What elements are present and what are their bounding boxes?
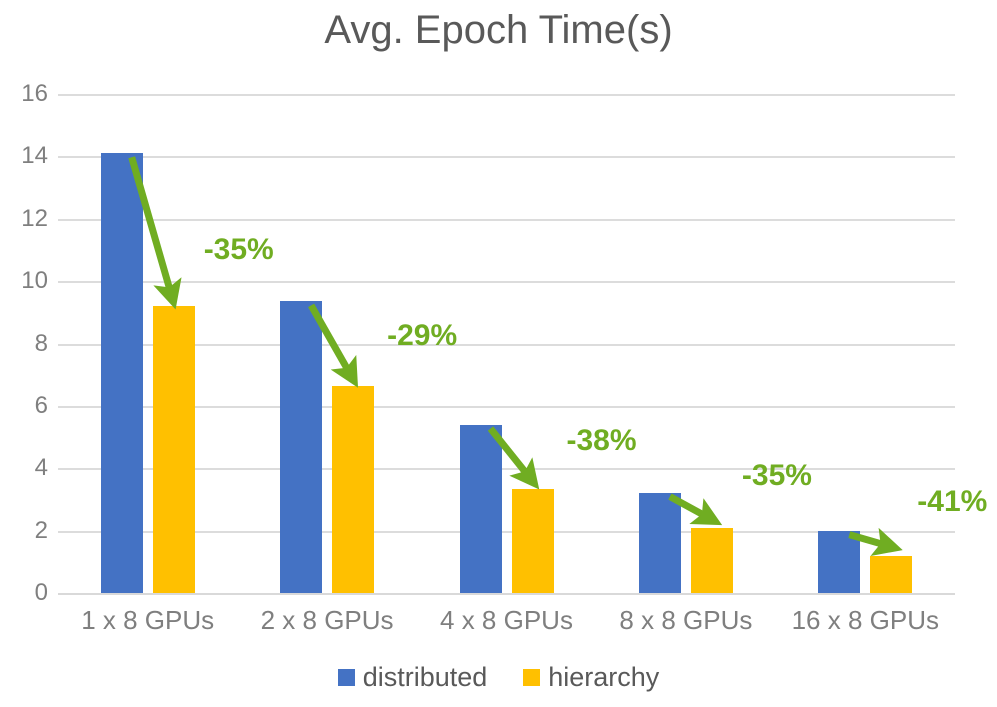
legend-swatch-icon [523, 668, 541, 686]
annotation-percent-label: -35% [203, 233, 274, 267]
gridline [58, 218, 955, 221]
bar-hierarchy-4[interactable] [870, 556, 913, 593]
annotation-percent-label: -41% [917, 485, 988, 519]
annotation-percent-label: -35% [741, 459, 812, 493]
x-axis: 1 x 8 GPUs 2 x 8 GPUs 4 x 8 GPUs 8 x 8 GPUs… [58, 600, 955, 642]
annotation-percent-label: -38% [566, 423, 637, 457]
bar-distributed-3[interactable] [638, 492, 681, 593]
legend-item-distributed[interactable]: distributed [337, 662, 488, 692]
gridline [58, 156, 955, 159]
y-axis-tick-label: 12 [21, 204, 48, 232]
legend-label: hierarchy [548, 662, 660, 692]
x-axis-tick-label: 16 x 8 GPUs [791, 605, 939, 635]
legend-label: distributed [362, 662, 488, 692]
bar-distributed-2[interactable] [459, 424, 502, 593]
bar-distributed-1[interactable] [280, 301, 323, 593]
y-axis: 16 14 12 10 8 6 4 2 0 [0, 82, 48, 605]
x-axis-tick-label: 1 x 8 GPUs [81, 605, 215, 635]
x-axis-tick-label: 8 x 8 GPUs [619, 605, 753, 635]
y-axis-tick-label: 14 [21, 142, 48, 170]
bar-hierarchy-1[interactable] [332, 385, 375, 593]
bar-hierarchy-2[interactable] [511, 488, 554, 593]
x-axis-tick-label: 2 x 8 GPUs [260, 605, 394, 635]
bar-distributed-0[interactable] [100, 153, 143, 593]
bar-chart: Avg. Epoch Time(s) 16 14 12 10 8 6 4 2 0 1 x 8 G… [0, 0, 997, 707]
annotation-percent-label: -29% [387, 318, 458, 352]
legend-swatch-icon [337, 668, 355, 686]
y-axis-tick-label: 4 [34, 454, 48, 482]
y-axis-tick-label: 10 [21, 267, 48, 295]
bar-distributed-4[interactable] [818, 530, 861, 593]
gridline [58, 281, 955, 284]
bar-hierarchy-0[interactable] [152, 306, 195, 593]
y-axis-tick-label: 0 [34, 579, 48, 606]
y-axis-tick-label: 6 [34, 391, 48, 419]
chart-title: Avg. Epoch Time(s) [324, 8, 673, 52]
x-axis-tick-label: 4 x 8 GPUs [440, 605, 573, 635]
bar-hierarchy-3[interactable] [690, 528, 733, 593]
gridline [58, 94, 955, 96]
y-axis-tick-label: 2 [34, 516, 48, 544]
y-axis-tick-label: 16 [21, 80, 48, 107]
y-axis-tick-label: 8 [34, 329, 48, 357]
legend-item-hierarchy[interactable]: hierarchy [523, 662, 659, 692]
gridline [58, 593, 955, 595]
chart-legend: distributed hierarchy [0, 662, 997, 692]
plot-area [58, 94, 955, 595]
